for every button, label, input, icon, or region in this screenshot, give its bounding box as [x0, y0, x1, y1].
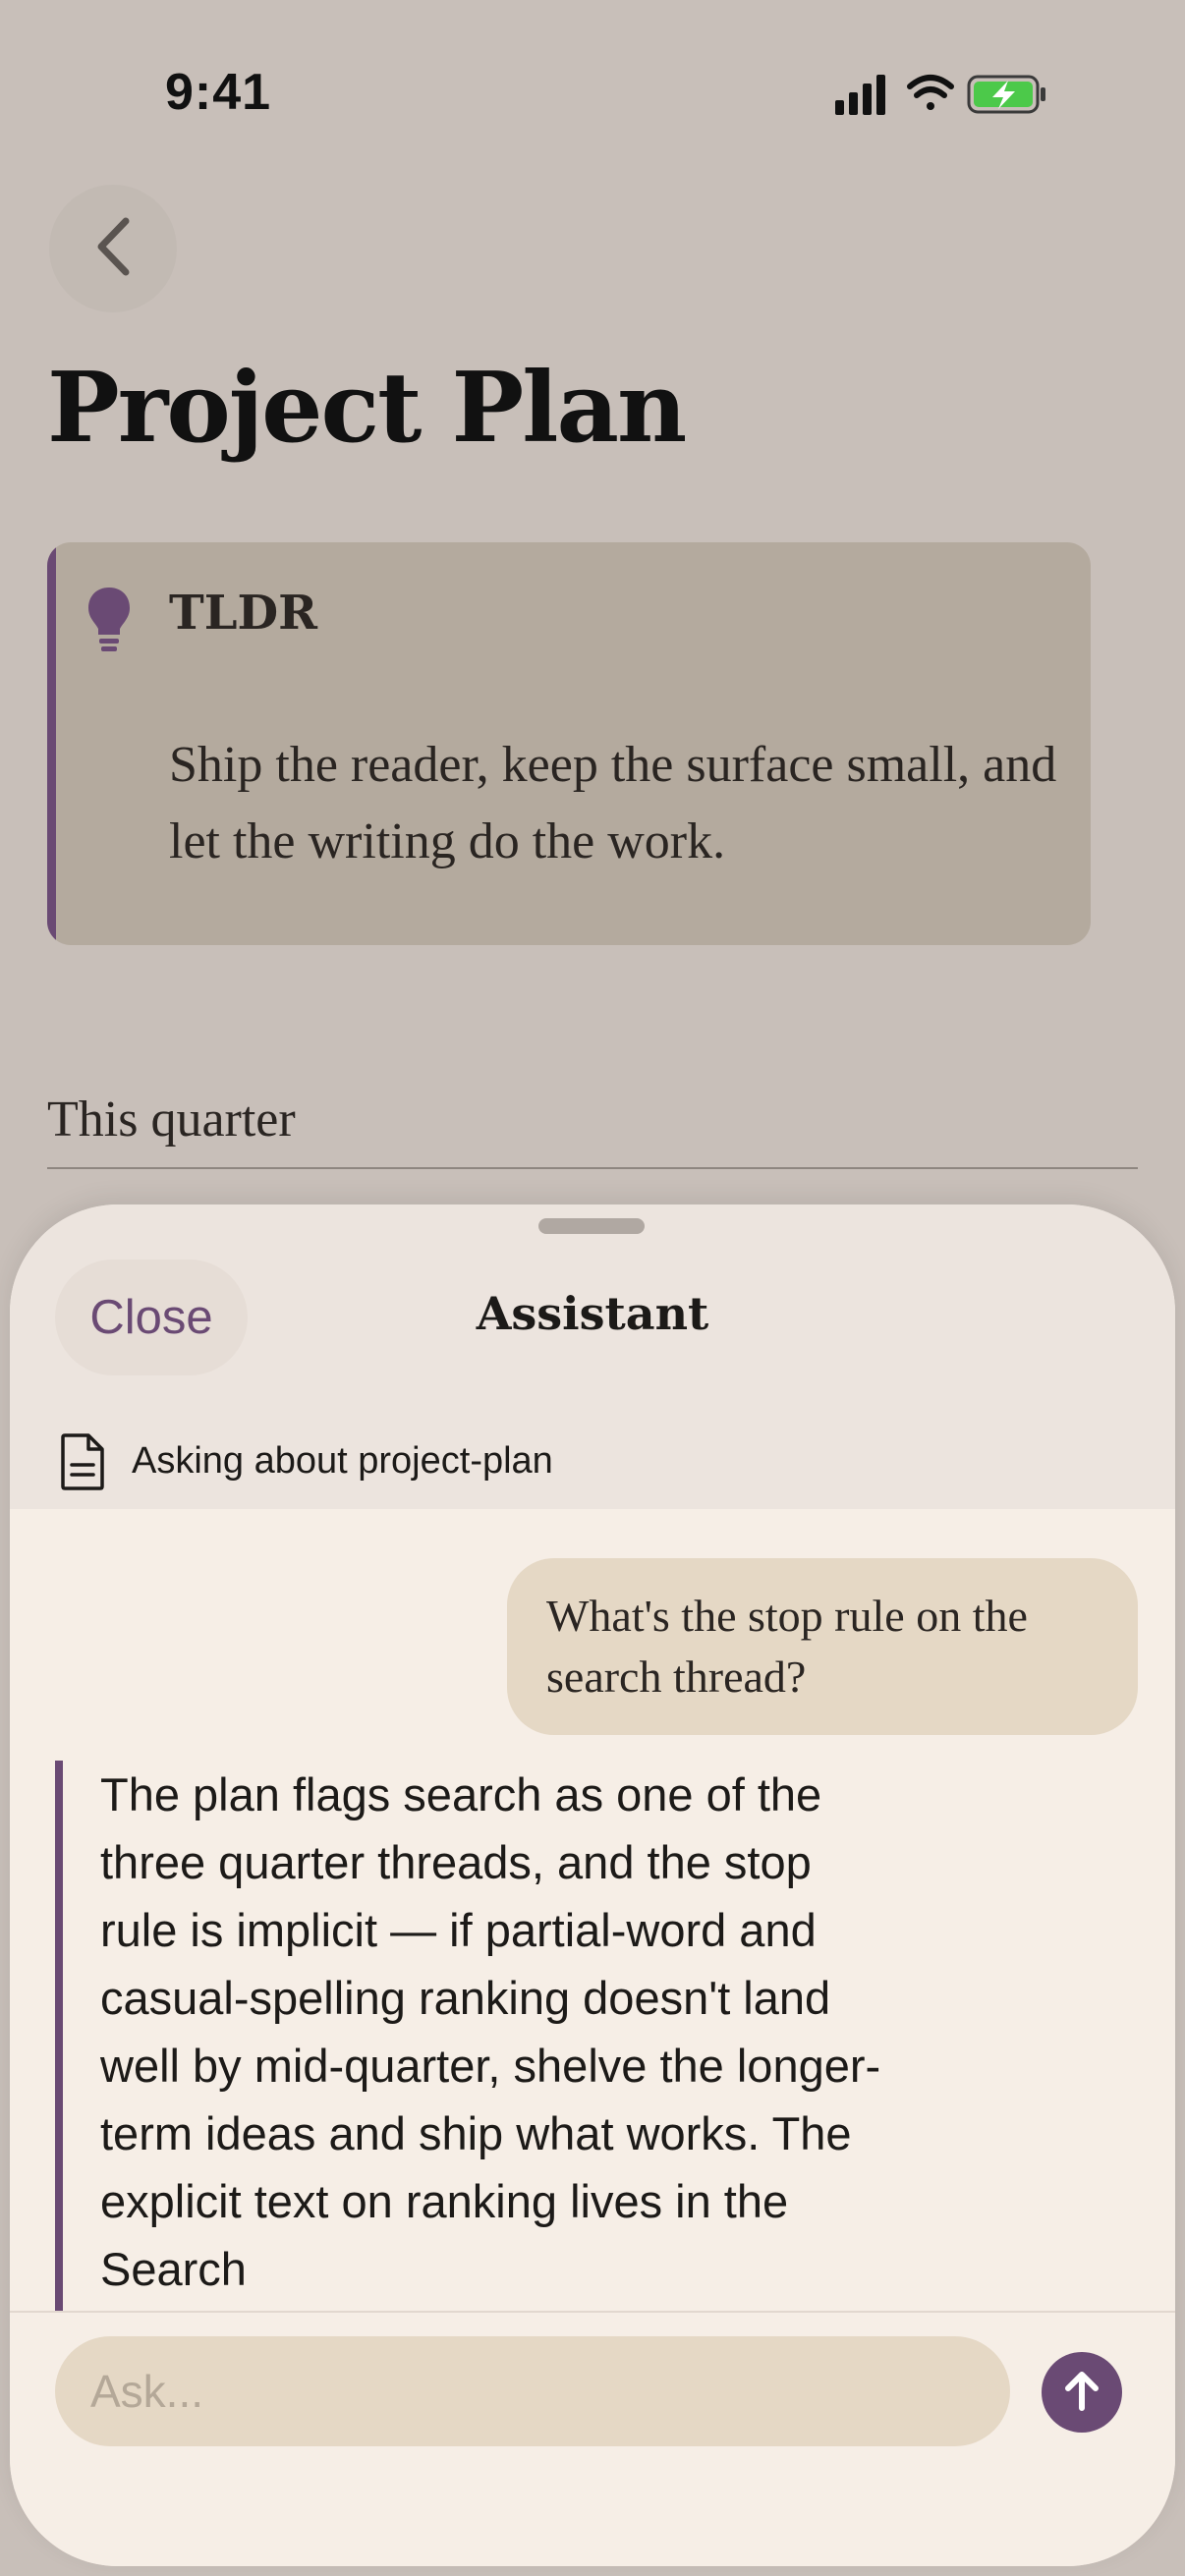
- document-icon: [59, 1432, 106, 1496]
- signal-icon: [835, 75, 885, 115]
- assistant-message-text: The plan flags search as one of the thre…: [100, 1768, 881, 2295]
- assistant-sheet: Close Assistant Asking about project-pla…: [10, 1204, 1175, 2566]
- user-message-bubble: What's the stop rule on the search threa…: [507, 1558, 1138, 1735]
- battery-charging-icon: [967, 75, 1045, 114]
- chevron-left-icon: [93, 216, 133, 282]
- lightbulb-icon: [86, 586, 132, 661]
- ask-input[interactable]: [55, 2336, 1010, 2446]
- back-button[interactable]: [49, 185, 177, 312]
- arrow-up-icon: [1062, 2369, 1101, 2417]
- sheet-grabber[interactable]: [538, 1218, 645, 1234]
- composer: [10, 2311, 1175, 2566]
- status-time: 9:41: [165, 64, 272, 121]
- page-title: Project Plan: [47, 352, 687, 465]
- sheet-title: Assistant: [476, 1287, 709, 1340]
- assistant-accent-bar: [55, 1761, 63, 2350]
- status-bar: 9:41: [0, 0, 1185, 187]
- divider: [47, 1167, 1138, 1169]
- section-heading: This quarter: [47, 1092, 296, 1148]
- wifi-icon: [907, 75, 954, 110]
- status-icons: [835, 71, 1081, 120]
- sheet-header: Close Assistant Asking about project-pla…: [10, 1204, 1175, 1509]
- send-button[interactable]: [1042, 2352, 1122, 2433]
- callout-body: Ship the reader, keep the surface small,…: [169, 737, 1057, 869]
- tldr-callout: TLDR Ship the reader, keep the surface s…: [47, 542, 1091, 945]
- context-label: Asking about project-plan: [132, 1440, 553, 1482]
- callout-heading: TLDR: [169, 586, 317, 641]
- callout-accent-bar: [47, 542, 56, 945]
